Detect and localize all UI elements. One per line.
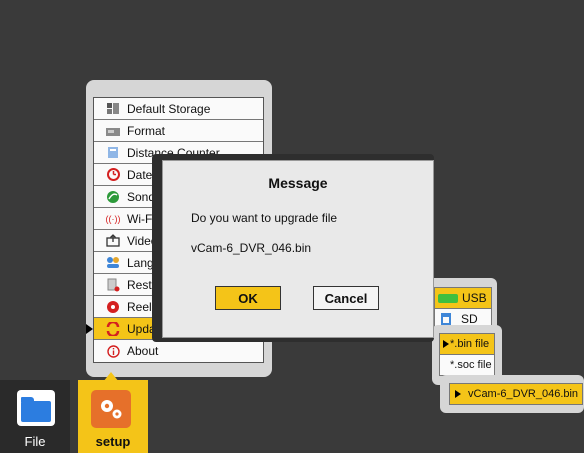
setup-tab-label: setup xyxy=(95,434,131,449)
menu-item-label: Wi-Fi xyxy=(127,211,155,226)
menu-item-format[interactable]: Format xyxy=(94,120,263,142)
language-icon xyxy=(105,256,121,270)
cancel-button[interactable]: Cancel xyxy=(313,286,379,310)
update-icon xyxy=(105,321,121,336)
storage-item-usb[interactable]: USB xyxy=(426,287,492,309)
selection-pointer-icon xyxy=(86,324,93,334)
dialog-filename: vCam-6_DVR_046.bin xyxy=(191,241,312,255)
sd-icon xyxy=(441,313,451,325)
gear-icon xyxy=(91,390,131,428)
setup-tab-button[interactable]: setup xyxy=(78,380,148,453)
selection-pointer-icon xyxy=(443,340,449,348)
file-type-item-soc[interactable]: *.soc file xyxy=(439,354,495,376)
info-icon xyxy=(105,344,121,358)
ok-button[interactable]: OK xyxy=(215,286,281,310)
format-icon xyxy=(105,124,121,138)
wifi-icon: ((·)) xyxy=(105,213,121,224)
storage-item-label: USB xyxy=(462,291,487,305)
folder-icon xyxy=(17,390,55,426)
file-type-label: *.soc file xyxy=(450,359,492,371)
menu-item-label: About xyxy=(127,344,159,358)
file-list-label: vCam-6_DVR_046.bin xyxy=(468,388,579,400)
message-dialog: Message Do you want to upgrade file vCam… xyxy=(162,160,434,338)
menu-item-label: Default Storage xyxy=(127,101,211,116)
video-icon xyxy=(105,234,121,248)
file-tab-button[interactable]: File xyxy=(0,380,70,453)
file-type-label: *.bin file xyxy=(450,338,490,350)
menu-item-about[interactable]: About xyxy=(94,340,263,362)
restore-icon xyxy=(105,278,121,292)
usb-icon xyxy=(438,293,458,303)
selection-pointer-icon xyxy=(455,390,461,398)
sonde-icon xyxy=(105,190,121,204)
dialog-message: Do you want to upgrade file xyxy=(191,211,338,225)
file-type-item-bin[interactable]: *.bin file xyxy=(439,333,495,355)
distance-counter-icon xyxy=(105,146,121,160)
storage-item-label: SD xyxy=(461,312,478,326)
menu-item-label: Format xyxy=(127,123,166,138)
reel-icon xyxy=(105,300,121,314)
storage-icon xyxy=(105,102,121,116)
file-list-item[interactable]: vCam-6_DVR_046.bin xyxy=(449,383,583,405)
clock-icon xyxy=(105,168,121,182)
dialog-title: Message xyxy=(268,175,328,191)
screen: Default Storage Format Distance Counter … xyxy=(0,0,584,453)
file-list-panel: vCam-6_DVR_046.bin xyxy=(440,375,584,413)
file-tab-label: File xyxy=(24,434,46,449)
menu-item-default-storage[interactable]: Default Storage xyxy=(94,98,263,120)
